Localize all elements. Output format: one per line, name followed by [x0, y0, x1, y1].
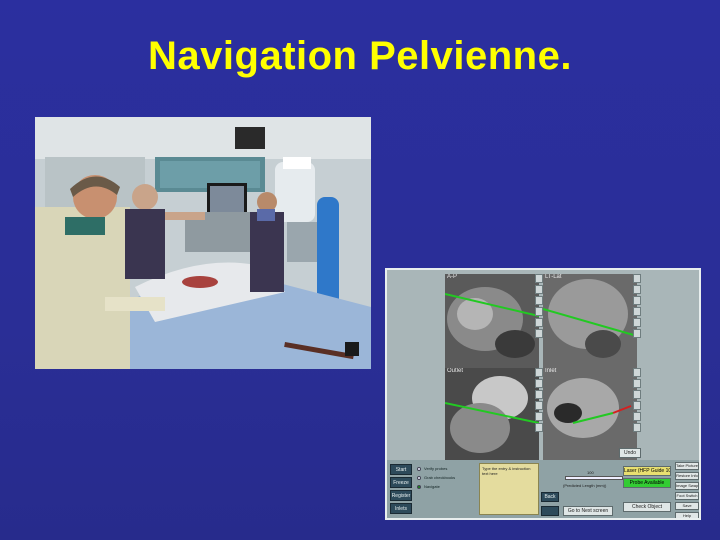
check-object-button[interactable]: Check Object — [623, 502, 671, 512]
xray-view-lateral: LT-Lat — [543, 274, 637, 368]
xray-view-outlet: Outlet — [445, 368, 539, 462]
take-picture-button[interactable]: Take Picture — [675, 462, 699, 470]
freeze-button[interactable]: Freeze — [390, 477, 412, 488]
inlets-button[interactable]: Inlets — [390, 503, 412, 514]
length-value: 100 — [587, 470, 594, 475]
radio-verify-probes[interactable]: Verify probes — [417, 466, 447, 471]
view-toolbar[interactable] — [633, 274, 641, 340]
next-screen-button[interactable]: Go to Next screen — [563, 506, 613, 516]
radio-grab-checkbooks[interactable]: Grab checkbooks — [417, 475, 455, 480]
operating-room-photo — [35, 117, 371, 369]
view-label: LT-Lat — [545, 274, 562, 280]
back-button[interactable]: Back — [541, 492, 559, 502]
restore-info-button[interactable]: Restore Info — [675, 472, 699, 480]
view-label: Inlet — [545, 368, 557, 374]
view-label: Outlet — [447, 368, 464, 374]
view-label: A-P — [447, 274, 458, 280]
info-button[interactable]: Undo — [619, 448, 641, 458]
view-toolbar[interactable] — [535, 368, 543, 434]
slide-title: Navigation Pelvienne. — [148, 34, 572, 78]
next-button-left[interactable] — [541, 506, 559, 516]
foot-switch-button[interactable]: Foot Switch — [675, 492, 699, 500]
laser-status: Laser (HFP Guide 100) — [623, 466, 671, 476]
navigation-software-screenshot: A-P LT-Lat Outlet Inlet Undo Start Freez… — [385, 268, 701, 520]
save-button[interactable]: Save — [675, 502, 699, 510]
length-slider[interactable] — [565, 476, 623, 480]
view-toolbar[interactable] — [535, 274, 543, 340]
probe-status: Probe Available — [623, 478, 671, 488]
help-button[interactable]: Help — [675, 512, 699, 518]
radio-navigate[interactable]: Navigate — [417, 484, 440, 489]
xray-view-ap: A-P — [445, 274, 539, 368]
length-label: (Predicted Length (mm)) — [563, 483, 607, 488]
register-button[interactable]: Register — [390, 490, 412, 501]
instruction-note: Type the entry & instruction text here — [479, 463, 539, 515]
image-swap-button[interactable]: Image Swap — [675, 482, 699, 490]
start-button[interactable]: Start — [390, 464, 412, 475]
view-toolbar[interactable] — [633, 368, 641, 434]
